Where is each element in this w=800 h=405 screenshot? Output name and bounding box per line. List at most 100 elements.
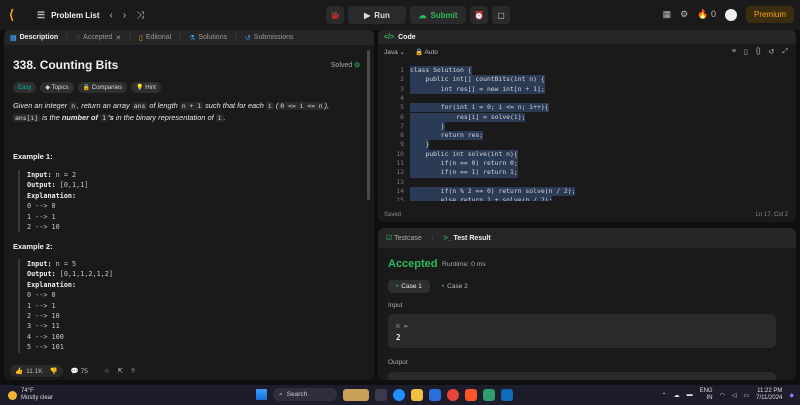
tab-testcase[interactable]: ☑ Testcase — [386, 234, 422, 242]
input-value: n = 2 — [55, 171, 77, 179]
store-icon[interactable] — [429, 388, 441, 401]
line-number: 9 — [400, 140, 404, 149]
tab-solutions[interactable]: ⚗ Solutions — [189, 34, 227, 42]
lock-icon: 🔒 — [415, 49, 424, 56]
tab-description[interactable]: ▤ Description — [10, 34, 58, 42]
avatar[interactable] — [724, 8, 737, 21]
code-line: res[i] = solve(i); — [410, 112, 526, 122]
clock[interactable]: 11:22 PM 7/11/2024 — [756, 388, 782, 402]
tab-editorial[interactable]: ▯ Editorial — [139, 34, 171, 42]
tab-submissions-label: Submissions — [253, 34, 294, 41]
tab-solutions-label: Solutions — [198, 34, 228, 41]
like-button[interactable]: 👍 11.1K 👎 — [10, 365, 63, 377]
settings-gear-icon[interactable]: ⚙ — [680, 9, 688, 20]
thumbs-down-icon[interactable]: 👎 — [50, 367, 58, 375]
temperature: 74°F — [21, 388, 34, 394]
weather-widget[interactable]: 74°F Mostly clear — [8, 388, 53, 402]
problem-list-label: Problem List — [51, 10, 100, 20]
taskbar-search[interactable]: ⌕ Search — [273, 388, 337, 401]
file-explorer-icon[interactable] — [411, 388, 423, 401]
close-icon[interactable]: ✕ — [115, 34, 121, 42]
explanation-line: 2 --> 10 — [27, 312, 60, 321]
comment-icon: 💬 — [70, 368, 79, 375]
debug-button[interactable]: 🐞 — [326, 6, 344, 24]
line-number: 1 — [400, 66, 404, 74]
code-editor[interactable]: 1 class Solution { 2 public int[] countB… — [378, 66, 796, 204]
case-2-tab[interactable]: • Case 2 — [434, 280, 476, 293]
volume-icon[interactable]: ◁ — [732, 392, 737, 399]
fullscreen-icon[interactable]: ⤢ — [782, 48, 788, 56]
input-var-name: n = — [396, 322, 408, 330]
inline-code: ans — [131, 102, 148, 110]
language-indicator[interactable]: ENG IN — [700, 388, 713, 402]
timer-button[interactable]: ⏰ — [470, 6, 488, 24]
line-number: 8 — [400, 131, 404, 140]
inline-code: 1 — [100, 114, 108, 122]
result-status: Accepted — [388, 258, 438, 270]
prev-problem-icon[interactable]: ‹ — [110, 10, 113, 21]
thumbs-up-icon: 👍 — [15, 368, 24, 375]
layout-grid-icon[interactable]: ▦ — [663, 9, 672, 20]
notes-button[interactable]: ▢ — [492, 6, 510, 24]
wifi-icon[interactable]: ◠ — [720, 392, 725, 399]
checkbox-icon: ☑ — [386, 235, 393, 242]
edge-browser-icon[interactable] — [393, 388, 405, 401]
note-icon: ▢ — [497, 10, 505, 20]
line-number: 2 — [400, 75, 404, 84]
solved-label: Solved — [330, 62, 353, 69]
cloud-icon[interactable]: ☁ — [674, 392, 680, 399]
topics-chip[interactable]: ◆ Topics — [40, 82, 74, 93]
submit-button[interactable]: ☁ Submit — [410, 6, 466, 24]
news-widget-icon[interactable] — [343, 388, 369, 401]
code-line: else return 1 + solve(n / 2); — [410, 196, 553, 202]
desc-text: in the binary representation of — [113, 113, 216, 122]
problem-title[interactable]: 338. Counting Bits — [13, 58, 118, 72]
star-icon[interactable]: ☆ — [104, 367, 110, 375]
output-value: [0,1,1] — [59, 181, 89, 190]
chevron-up-icon[interactable]: ⌃ — [662, 392, 667, 399]
leetcode-logo-icon[interactable]: ⟨ — [9, 7, 23, 23]
brave-icon[interactable] — [465, 388, 477, 401]
hint-chip[interactable]: 💡 Hint — [131, 82, 161, 93]
tab-submissions[interactable]: ↺ Submissions — [245, 34, 294, 42]
bookmark-icon[interactable]: ▯ — [744, 48, 748, 56]
code-icon: </> — [384, 33, 395, 41]
start-windows-icon[interactable] — [256, 389, 267, 400]
search-label: Search — [286, 391, 308, 398]
pass-dot-icon: • — [441, 283, 445, 290]
tab-accepted[interactable]: ◌ Accepted ✕ — [76, 34, 121, 42]
chrome-icon[interactable] — [447, 388, 459, 401]
battery-icon[interactable]: ▭ — [743, 392, 749, 399]
task-view-icon[interactable] — [375, 388, 387, 401]
format-icon[interactable]: ≡ — [732, 48, 736, 56]
line-number: 10 — [396, 149, 404, 158]
case-1-tab[interactable]: • Case 1 — [388, 280, 430, 293]
language-select[interactable]: Java ⌄ — [384, 48, 405, 56]
companies-chip[interactable]: 🔒 Companies — [77, 82, 128, 93]
auto-mode[interactable]: 🔒 Auto — [415, 48, 438, 56]
braces-icon[interactable]: {} — [756, 48, 761, 56]
pass-dot-icon: • — [396, 283, 399, 290]
editor-toolbar: Java ⌄ 🔒 Auto ≡ ▯ {} ↺ ⤢ — [378, 44, 796, 60]
next-problem-icon[interactable]: › — [123, 10, 126, 21]
run-button[interactable]: ▶ Run — [348, 6, 406, 24]
reset-icon[interactable]: ↺ — [769, 48, 775, 56]
description-scrollbar[interactable] — [367, 50, 370, 200]
outlook-icon[interactable] — [501, 388, 513, 401]
streak-counter[interactable]: 🔥 0 — [697, 9, 716, 20]
shuffle-icon[interactable]: ⤨ — [136, 10, 144, 21]
topics-label: Topics — [51, 84, 69, 91]
copilot-icon[interactable]: ◆ — [789, 392, 794, 399]
share-icon[interactable]: ⇱ — [118, 367, 123, 375]
problem-list-button[interactable]: ☰ Problem List — [37, 10, 100, 21]
vpn-icon[interactable]: ▬ — [687, 392, 693, 398]
help-icon[interactable]: ? — [131, 368, 135, 375]
line-number: 15 — [396, 196, 404, 202]
desc-bold: number of — [61, 113, 101, 122]
app-icon[interactable] — [483, 388, 495, 401]
description-footer: 👍 11.1K 👎 💬 75 ☆ ⇱ ? — [4, 362, 374, 380]
case-2-label: Case 2 — [447, 283, 468, 290]
tab-test-result[interactable]: >_ Test Result — [444, 235, 491, 242]
premium-button[interactable]: Premium — [745, 6, 794, 23]
comments-button[interactable]: 💬 75 — [71, 367, 88, 375]
